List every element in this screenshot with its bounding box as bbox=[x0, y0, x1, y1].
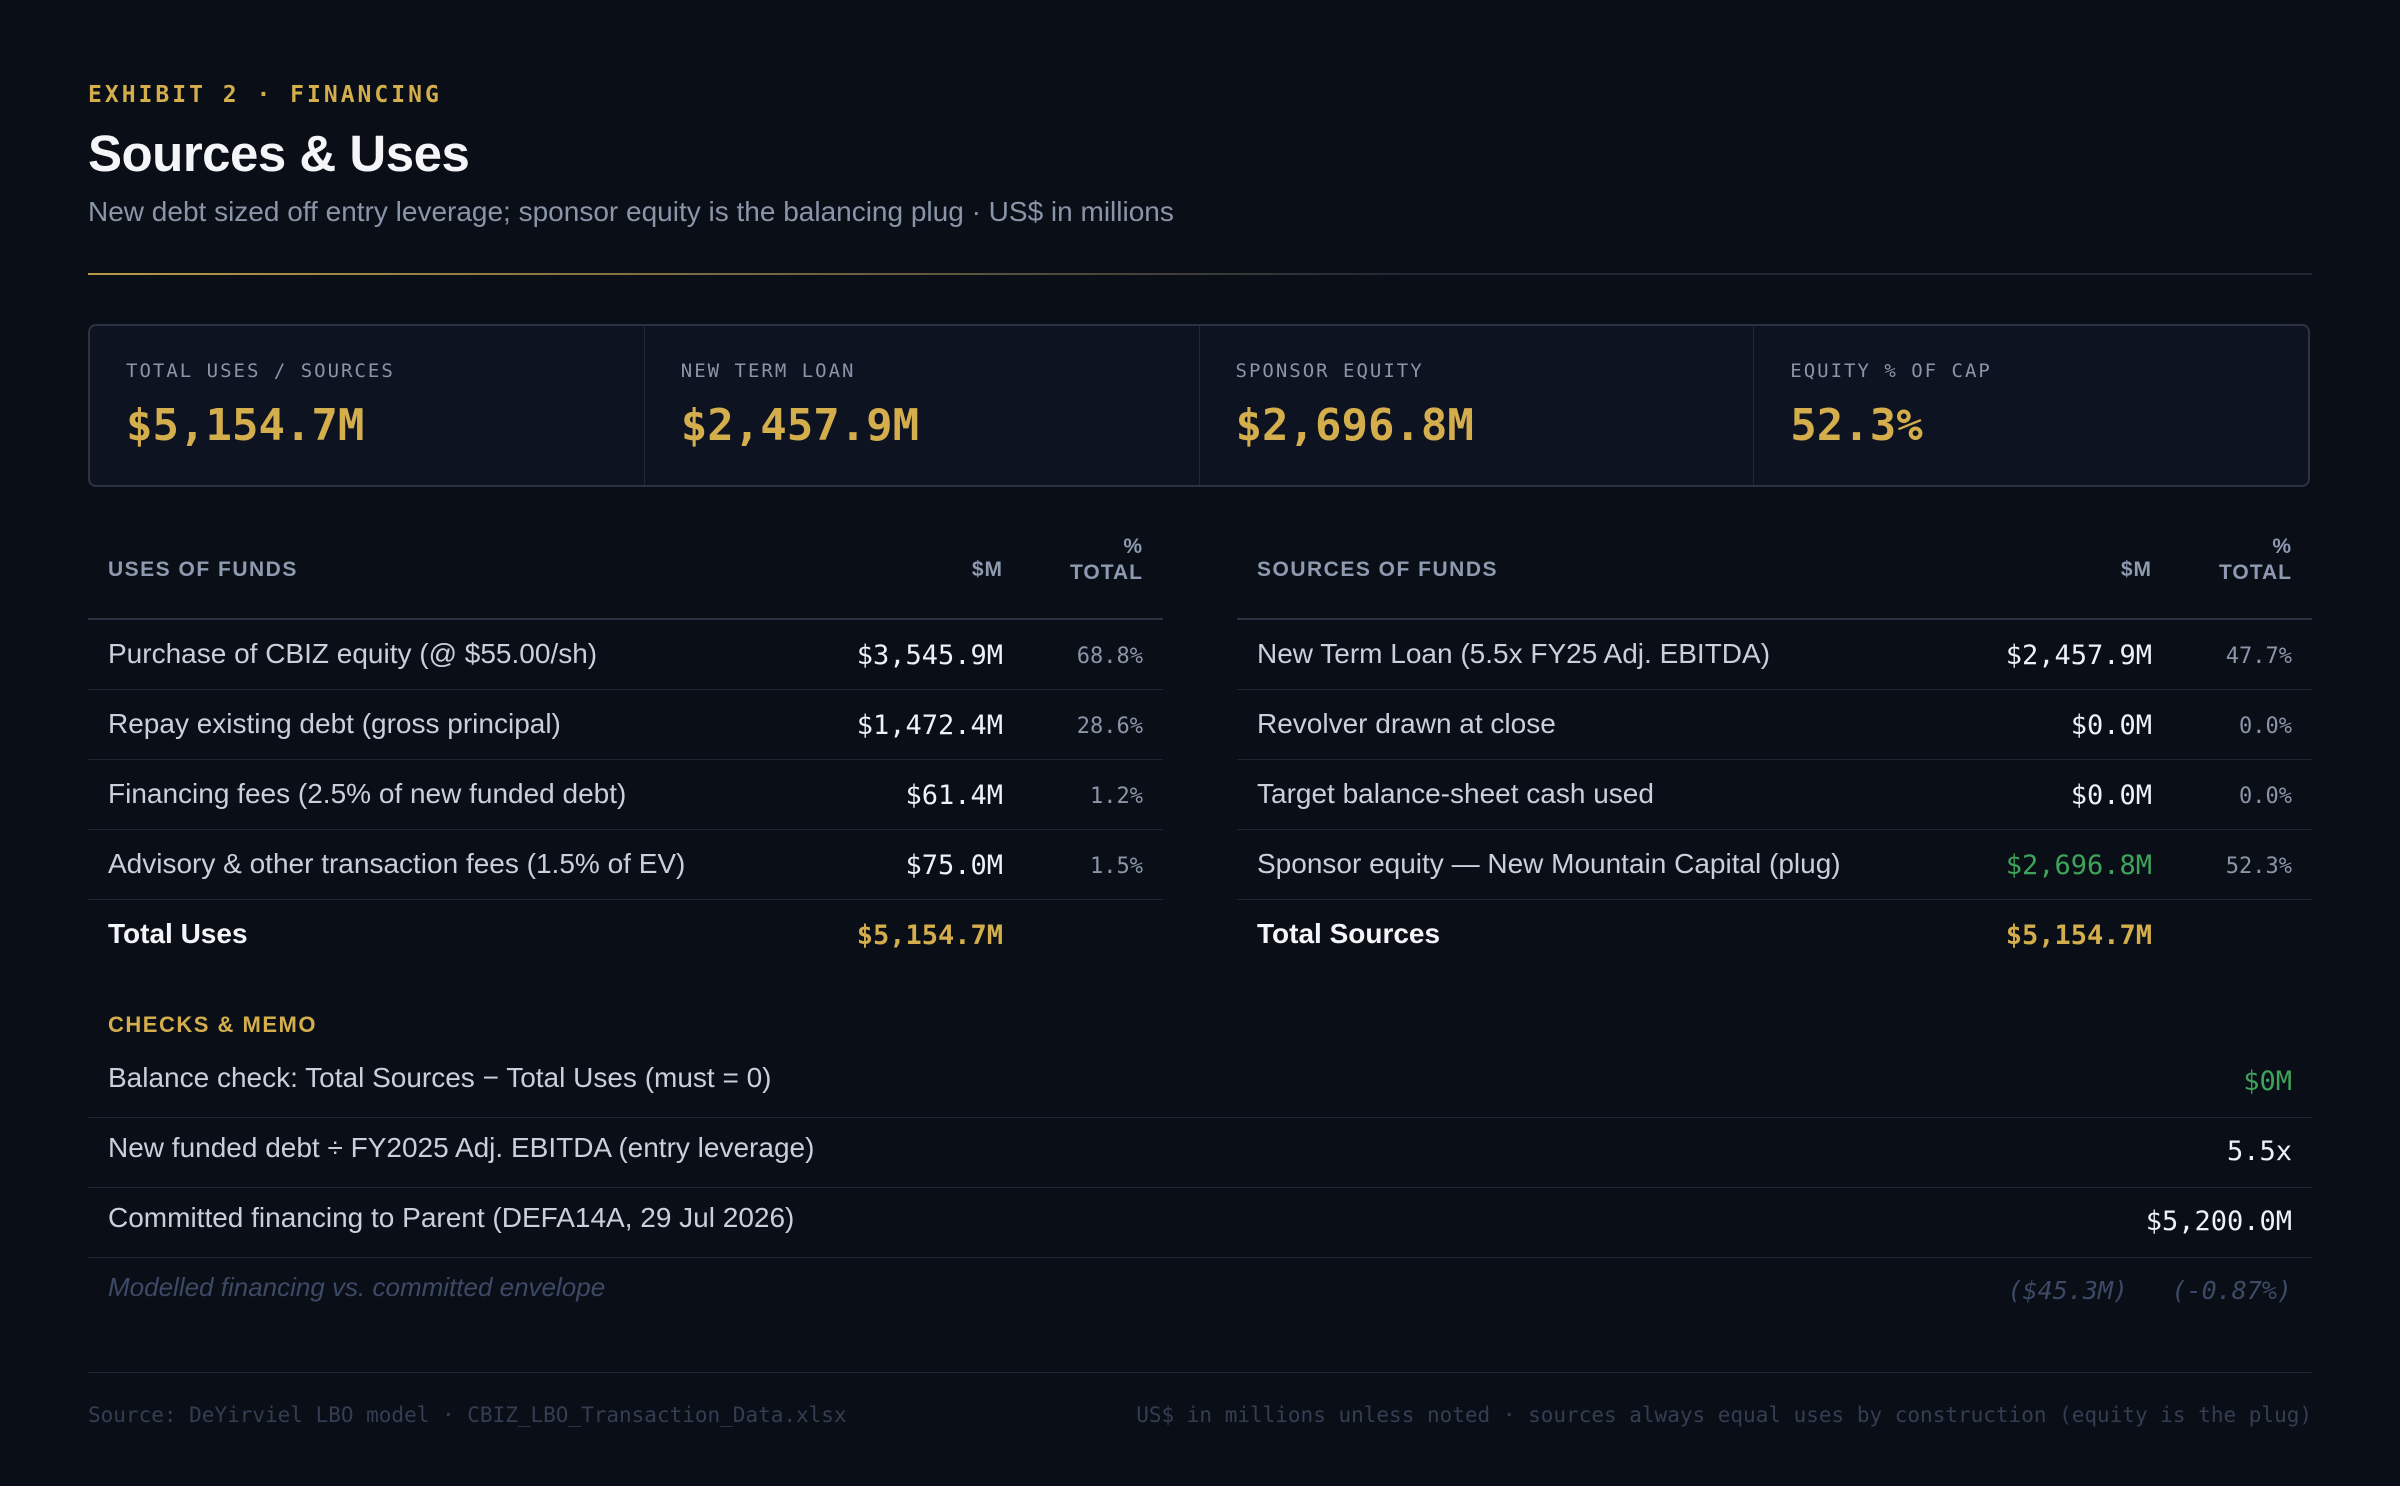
row-label: New Term Loan (5.5x FY25 Adj. EBITDA) bbox=[1257, 638, 1771, 669]
kpi-label: NEW TERM LOAN bbox=[680, 360, 856, 382]
row-pct: 0.0% bbox=[2239, 714, 2292, 739]
row-amount: $3,545.9M bbox=[856, 640, 1003, 671]
checks-title: CHECKS & MEMO bbox=[108, 1012, 317, 1037]
row-pct: 0.0% bbox=[2239, 784, 2292, 809]
column-header-pct-line1: % bbox=[1123, 535, 1143, 558]
check-label: Committed financing to Parent (DEFA14A, … bbox=[108, 1202, 795, 1233]
column-header-pct-line2: TOTAL bbox=[2218, 561, 2292, 584]
check-row: Committed financing to Parent (DEFA14A, … bbox=[88, 1188, 2312, 1258]
total-label: Total Sources bbox=[1257, 918, 1441, 949]
kpi-value: 52.3% bbox=[1790, 400, 1923, 451]
check-value: $0M bbox=[2243, 1066, 2292, 1097]
checks-section: CHECKS & MEMO Balance check: Total Sourc… bbox=[88, 1012, 2312, 1327]
row-label: Financing fees (2.5% of new funded debt) bbox=[108, 778, 627, 809]
column-header-amount: $M bbox=[2120, 558, 2152, 581]
table-row: Repay existing debt (gross principal) $1… bbox=[88, 690, 1163, 760]
column-header-pct-line1: % bbox=[2272, 535, 2292, 558]
kpi-strip: TOTAL USES / SOURCES $5,154.7M NEW TERM … bbox=[88, 324, 2310, 487]
column-header-amount: $M bbox=[971, 558, 1003, 581]
kpi-label: EQUITY % OF CAP bbox=[1790, 360, 1992, 382]
check-row: Balance check: Total Sources − Total Use… bbox=[88, 1048, 2312, 1118]
total-row: Total Sources $5,154.7M bbox=[1237, 900, 2312, 969]
row-pct: 1.2% bbox=[1090, 784, 1143, 809]
row-label: Purchase of CBIZ equity (@ $55.00/sh) bbox=[108, 638, 598, 669]
sources-table: SOURCES OF FUNDS $M % TOTAL New Term Loa… bbox=[1237, 535, 2312, 969]
footer-divider bbox=[88, 1372, 2312, 1373]
table-row: New Term Loan (5.5x FY25 Adj. EBITDA) $2… bbox=[1237, 620, 2312, 690]
page-subtitle: New debt sized off entry leverage; spons… bbox=[88, 196, 1174, 227]
uses-table: USES OF FUNDS $M % TOTAL Purchase of CBI… bbox=[88, 535, 1163, 969]
row-pct: 52.3% bbox=[2225, 854, 2292, 879]
memo-row: Modelled financing vs. committed envelop… bbox=[88, 1258, 2312, 1327]
table-row: Advisory & other transaction fees (1.5% … bbox=[88, 830, 1163, 900]
row-amount: $0.0M bbox=[2070, 710, 2152, 741]
total-label: Total Uses bbox=[108, 918, 248, 949]
check-label: New funded debt ÷ FY2025 Adj. EBITDA (en… bbox=[108, 1132, 815, 1163]
row-label: Target balance‑sheet cash used bbox=[1257, 778, 1654, 809]
row-pct: 47.7% bbox=[2225, 644, 2292, 669]
kpi-value: $2,696.8M bbox=[1235, 400, 1474, 451]
check-label: Balance check: Total Sources − Total Use… bbox=[108, 1062, 772, 1093]
column-header-pct-line2: TOTAL bbox=[1069, 561, 1143, 584]
kpi-sponsor-equity: SPONSOR EQUITY $2,696.8M bbox=[1200, 326, 1755, 485]
row-amount-plug: $2,696.8M bbox=[2005, 850, 2152, 881]
check-value: $5,200.0M bbox=[2145, 1206, 2292, 1237]
sources-table-header: SOURCES OF FUNDS $M % TOTAL bbox=[1237, 535, 2312, 620]
row-pct: 1.5% bbox=[1090, 854, 1143, 879]
table-row: Revolver drawn at close $0.0M 0.0% bbox=[1237, 690, 2312, 760]
kpi-label: TOTAL USES / SOURCES bbox=[126, 360, 395, 382]
row-amount: $0.0M bbox=[2070, 780, 2152, 811]
kpi-label: SPONSOR EQUITY bbox=[1235, 360, 1424, 382]
footer-source: Source: DeYirviel LBO model · CBIZ_LBO_T… bbox=[88, 1403, 847, 1427]
memo-label: Modelled financing vs. committed envelop… bbox=[108, 1272, 606, 1302]
row-amount: $1,472.4M bbox=[856, 710, 1003, 741]
kpi-new-term-loan: NEW TERM LOAN $2,457.9M bbox=[645, 326, 1200, 485]
row-amount: $61.4M bbox=[905, 780, 1003, 811]
row-label: Advisory & other transaction fees (1.5% … bbox=[108, 848, 686, 879]
column-header-label: SOURCES OF FUNDS bbox=[1257, 558, 1499, 581]
row-amount: $75.0M bbox=[905, 850, 1003, 881]
check-value: 5.5x bbox=[2226, 1136, 2292, 1167]
total-amount: $5,154.7M bbox=[856, 920, 1003, 951]
column-header-pct: % TOTAL bbox=[2219, 534, 2292, 586]
total-amount: $5,154.7M bbox=[2005, 920, 2152, 951]
exhibit-eyebrow: EXHIBIT 2 · FINANCING bbox=[88, 82, 442, 108]
column-header-label: USES OF FUNDS bbox=[108, 558, 298, 581]
kpi-value: $2,457.9M bbox=[680, 400, 920, 451]
row-pct: 68.8% bbox=[1076, 644, 1143, 669]
kpi-equity-pct-of-cap: EQUITY % OF CAP 52.3% bbox=[1754, 326, 2308, 485]
footer-note: US$ in millions unless noted · sources a… bbox=[1136, 1403, 2312, 1427]
table-row: Purchase of CBIZ equity (@ $55.00/sh) $3… bbox=[88, 620, 1163, 690]
memo-amount: ($45.3M) bbox=[2007, 1276, 2128, 1305]
memo-pct: (-0.87%) bbox=[2171, 1276, 2292, 1305]
row-label: Repay existing debt (gross principal) bbox=[108, 708, 561, 739]
table-row: Target balance‑sheet cash used $0.0M 0.0… bbox=[1237, 760, 2312, 830]
table-row: Financing fees (2.5% of new funded debt)… bbox=[88, 760, 1163, 830]
row-pct: 28.6% bbox=[1076, 714, 1143, 739]
total-row: Total Uses $5,154.7M bbox=[88, 900, 1163, 969]
kpi-total-uses-sources: TOTAL USES / SOURCES $5,154.7M bbox=[90, 326, 645, 485]
row-label: Sponsor equity — New Mountain Capital (p… bbox=[1257, 848, 1841, 879]
kpi-value: $5,154.7M bbox=[126, 400, 365, 451]
column-header-pct: % TOTAL bbox=[1070, 534, 1143, 586]
table-row: Sponsor equity — New Mountain Capital (p… bbox=[1237, 830, 2312, 900]
row-amount: $2,457.9M bbox=[2005, 640, 2152, 671]
exhibit-page: EXHIBIT 2 · FINANCING Sources & Uses New… bbox=[0, 0, 2400, 1486]
row-label: Revolver drawn at close bbox=[1257, 708, 1556, 739]
uses-table-header: USES OF FUNDS $M % TOTAL bbox=[88, 535, 1163, 620]
page-title: Sources & Uses bbox=[88, 125, 470, 182]
header-divider bbox=[88, 273, 2312, 275]
check-row: New funded debt ÷ FY2025 Adj. EBITDA (en… bbox=[88, 1118, 2312, 1188]
